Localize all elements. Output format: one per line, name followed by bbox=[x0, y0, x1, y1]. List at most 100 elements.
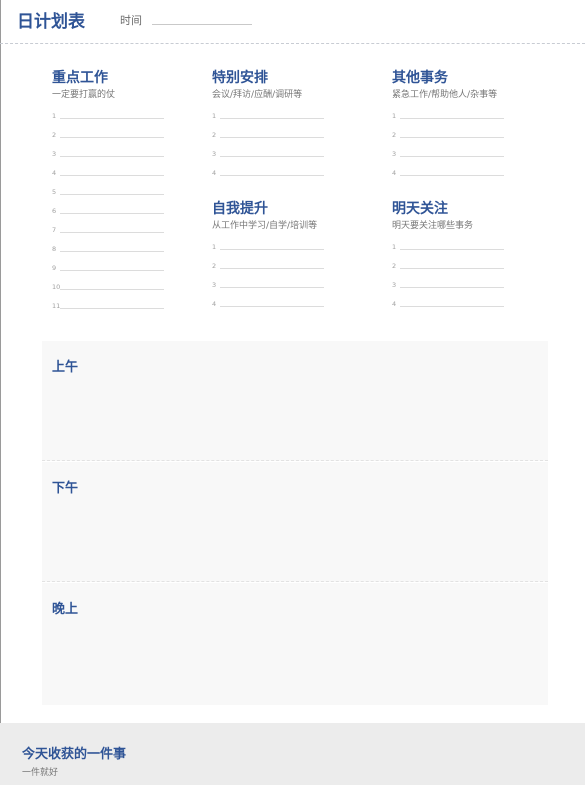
line-number: 8 bbox=[52, 245, 57, 253]
line-item[interactable]: 7 bbox=[52, 224, 164, 243]
line-number: 4 bbox=[212, 300, 217, 308]
line-list: 1 2 3 4 bbox=[392, 110, 504, 186]
section-subtitle: 从工作中学习/自学/培训等 bbox=[212, 221, 318, 231]
line-rule bbox=[400, 287, 504, 288]
section-subtitle: 明天要关注哪些事务 bbox=[392, 221, 474, 231]
line-number: 1 bbox=[52, 112, 57, 120]
morning-block[interactable]: 上午 bbox=[42, 341, 548, 461]
line-item[interactable]: 4 bbox=[392, 298, 504, 317]
line-item[interactable]: 4 bbox=[392, 167, 504, 186]
header: 日计划表 时间 bbox=[0, 0, 585, 44]
line-item[interactable]: 2 bbox=[212, 129, 324, 148]
line-number: 2 bbox=[52, 131, 57, 139]
line-item[interactable]: 6 bbox=[52, 205, 164, 224]
line-rule bbox=[400, 306, 504, 307]
evening-block[interactable]: 晚上 bbox=[42, 583, 548, 705]
line-item[interactable]: 8 bbox=[52, 243, 164, 262]
section-special: 特别安排 会议/拜访/应酬/调研等 1 2 3 4 bbox=[212, 70, 324, 186]
line-number: 1 bbox=[392, 112, 397, 120]
line-rule bbox=[220, 306, 324, 307]
divider bbox=[42, 581, 548, 582]
afternoon-title: 下午 bbox=[52, 481, 79, 496]
page-title: 日计划表 bbox=[17, 12, 85, 32]
line-item[interactable]: 1 bbox=[392, 110, 504, 129]
line-number: 1 bbox=[212, 112, 217, 120]
line-number: 2 bbox=[392, 131, 397, 139]
section-title: 重点工作 bbox=[52, 70, 108, 86]
section-title: 其他事务 bbox=[392, 70, 448, 86]
line-list: 1 2 3 4 bbox=[212, 110, 324, 186]
line-rule bbox=[220, 249, 324, 250]
line-item[interactable]: 3 bbox=[52, 148, 164, 167]
line-number: 1 bbox=[392, 243, 397, 251]
line-rule bbox=[60, 232, 164, 233]
line-item[interactable]: 2 bbox=[52, 129, 164, 148]
evening-title: 晚上 bbox=[52, 602, 79, 617]
line-item[interactable]: 11 bbox=[52, 300, 164, 319]
line-number: 4 bbox=[52, 169, 57, 177]
line-number: 3 bbox=[392, 150, 397, 158]
line-item[interactable]: 1 bbox=[52, 110, 164, 129]
line-number: 3 bbox=[212, 150, 217, 158]
footer-subtitle: 一件就好 bbox=[22, 768, 59, 778]
line-item[interactable]: 4 bbox=[212, 298, 324, 317]
line-list: 1 2 3 4 bbox=[392, 241, 504, 317]
line-number: 4 bbox=[392, 300, 397, 308]
line-rule bbox=[400, 118, 504, 119]
line-item[interactable]: 3 bbox=[212, 148, 324, 167]
line-item[interactable]: 4 bbox=[52, 167, 164, 186]
line-item[interactable]: 2 bbox=[212, 260, 324, 279]
footer: 今天收获的一件事 一件就好 bbox=[0, 723, 585, 785]
line-item[interactable]: 3 bbox=[212, 279, 324, 298]
line-rule bbox=[60, 213, 164, 214]
line-item[interactable]: 1 bbox=[392, 241, 504, 260]
line-rule bbox=[220, 118, 324, 119]
page-edge bbox=[0, 0, 1, 785]
line-list: 1 2 3 4 bbox=[212, 241, 324, 317]
line-rule bbox=[60, 156, 164, 157]
section-tomorrow: 明天关注 明天要关注哪些事务 1 2 3 4 bbox=[392, 201, 504, 317]
line-rule bbox=[400, 137, 504, 138]
afternoon-block[interactable]: 下午 bbox=[42, 462, 548, 582]
section-title: 自我提升 bbox=[212, 201, 268, 217]
line-rule bbox=[400, 175, 504, 176]
line-item[interactable]: 9 bbox=[52, 262, 164, 281]
line-item[interactable]: 1 bbox=[212, 110, 324, 129]
divider bbox=[42, 460, 548, 461]
section-key-work: 重点工作 一定要打赢的仗 1 2 3 4 5 6 7 8 9 10 11 bbox=[52, 70, 164, 319]
line-rule bbox=[220, 268, 324, 269]
line-rule bbox=[60, 194, 164, 195]
line-number: 4 bbox=[392, 169, 397, 177]
line-item[interactable]: 2 bbox=[392, 129, 504, 148]
line-number: 7 bbox=[52, 226, 57, 234]
line-item[interactable]: 3 bbox=[392, 279, 504, 298]
line-rule bbox=[220, 156, 324, 157]
line-number: 2 bbox=[212, 131, 217, 139]
line-number: 2 bbox=[392, 262, 397, 270]
line-rule bbox=[220, 175, 324, 176]
line-number: 2 bbox=[212, 262, 217, 270]
line-rule bbox=[60, 118, 164, 119]
line-number: 3 bbox=[212, 281, 217, 289]
line-number: 1 bbox=[212, 243, 217, 251]
line-rule bbox=[400, 156, 504, 157]
line-item[interactable]: 4 bbox=[212, 167, 324, 186]
line-list: 1 2 3 4 5 6 7 8 9 10 11 bbox=[52, 110, 164, 319]
line-rule bbox=[400, 268, 504, 269]
section-title: 特别安排 bbox=[212, 70, 268, 86]
line-number: 9 bbox=[52, 264, 57, 272]
section-other: 其他事务 紧急工作/帮助他人/杂事等 1 2 3 4 bbox=[392, 70, 504, 186]
line-rule bbox=[220, 137, 324, 138]
section-subtitle: 一定要打赢的仗 bbox=[52, 90, 116, 100]
line-item[interactable]: 2 bbox=[392, 260, 504, 279]
line-rule bbox=[220, 287, 324, 288]
line-item[interactable]: 10 bbox=[52, 281, 164, 300]
line-number: 3 bbox=[52, 150, 57, 158]
footer-title: 今天收获的一件事 bbox=[22, 747, 127, 762]
line-item[interactable]: 3 bbox=[392, 148, 504, 167]
line-item[interactable]: 1 bbox=[212, 241, 324, 260]
line-number: 3 bbox=[392, 281, 397, 289]
time-input-line[interactable] bbox=[152, 24, 252, 25]
section-improve: 自我提升 从工作中学习/自学/培训等 1 2 3 4 bbox=[212, 201, 324, 317]
line-item[interactable]: 5 bbox=[52, 186, 164, 205]
